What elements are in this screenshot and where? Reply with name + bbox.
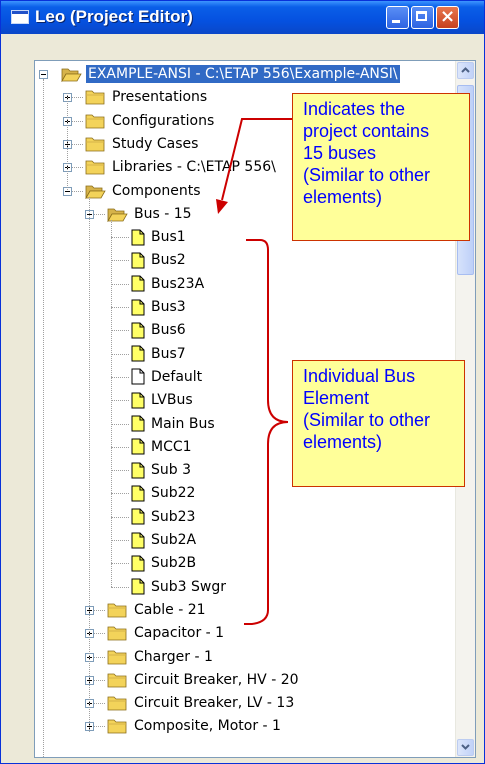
- callout-bus-count: Indicates the project contains 15 buses …: [292, 93, 470, 241]
- callout-individual-bus: Individual Bus Element (Similar to other…: [292, 360, 465, 487]
- individual-bus-bracket: [244, 239, 289, 625]
- callout-1-arrow-head: [216, 199, 228, 214]
- callout-1-arrow-line: [221, 118, 292, 201]
